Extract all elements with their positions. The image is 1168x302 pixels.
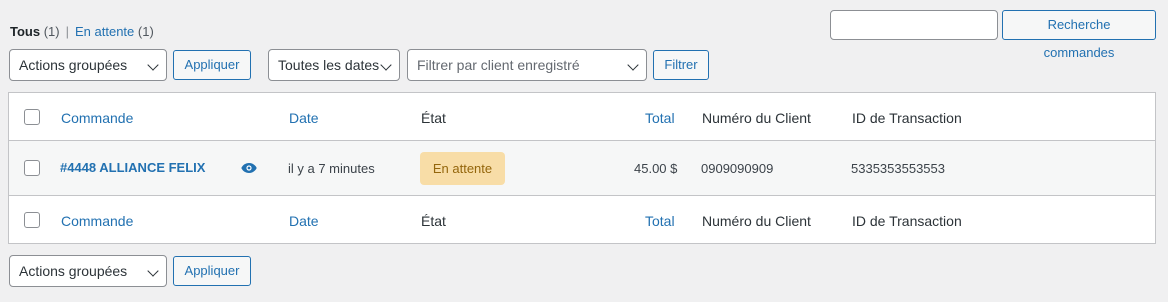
column-date-header[interactable]: Date — [289, 110, 319, 126]
apply-button-bottom[interactable]: Appliquer — [173, 256, 251, 286]
search-orders-button[interactable]: Recherche commandes — [1002, 10, 1156, 60]
column-status-footer: État — [421, 213, 446, 229]
select-all-checkbox-bottom[interactable] — [24, 212, 40, 228]
column-customer-number-footer: Numéro du Client — [702, 213, 811, 229]
bulk-actions-select-top[interactable]: Actions groupées — [9, 49, 167, 81]
eye-icon[interactable] — [241, 163, 257, 173]
orders-table: Commande Date État Total Numéro du Clien… — [8, 92, 1156, 244]
view-pending-count: (1) — [137, 24, 154, 39]
chevron-down-icon — [147, 265, 159, 277]
view-separator: | — [65, 24, 69, 39]
order-link[interactable]: #4448 ALLIANCE FELIX — [60, 160, 205, 175]
table-footer-row: Commande Date État Total Numéro du Clien… — [9, 196, 1155, 243]
column-order-header[interactable]: Commande — [61, 110, 133, 126]
customer-number: 0909090909 — [701, 161, 774, 176]
status-badge: En attente — [420, 152, 505, 185]
chevron-down-icon — [380, 59, 392, 71]
column-date-footer[interactable]: Date — [289, 213, 319, 229]
view-all[interactable]: Tous (1) — [10, 24, 60, 39]
column-status-header: État — [421, 110, 446, 126]
column-total-header[interactable]: Total — [645, 110, 675, 126]
order-date: il y a 7 minutes — [288, 161, 375, 176]
date-filter-select[interactable]: Toutes les dates — [268, 49, 400, 81]
search-orders-input[interactable] — [830, 10, 998, 40]
column-order-footer[interactable]: Commande — [61, 213, 133, 229]
select-all-checkbox[interactable] — [24, 109, 40, 125]
column-transaction-id-header: ID de Transaction — [852, 110, 962, 126]
bulk-actions-top-value: Actions groupées — [19, 57, 128, 73]
view-pending-label: En attente — [75, 24, 135, 39]
column-transaction-id-footer: ID de Transaction — [852, 213, 962, 229]
view-pending[interactable]: En attente (1) — [75, 24, 154, 39]
view-all-count: (1) — [43, 24, 60, 39]
view-all-label: Tous — [10, 24, 41, 39]
table-row[interactable]: #4448 ALLIANCE FELIX il y a 7 minutes En… — [9, 141, 1155, 196]
filter-button[interactable]: Filtrer — [653, 50, 709, 80]
bulk-actions-select-bottom[interactable]: Actions groupées — [9, 255, 167, 287]
row-checkbox[interactable] — [24, 160, 40, 176]
order-total: 45.00 $ — [634, 161, 678, 176]
customer-filter-select[interactable]: Filtrer par client enregistré — [407, 49, 647, 81]
apply-button-top[interactable]: Appliquer — [173, 50, 251, 80]
order-status-views: Tous (1) | En attente (1) — [10, 24, 154, 40]
column-customer-number-header: Numéro du Client — [702, 110, 811, 126]
customer-filter-placeholder: Filtrer par client enregistré — [417, 57, 580, 73]
chevron-down-icon — [627, 59, 639, 71]
transaction-id: 5335353553553 — [851, 161, 945, 176]
bulk-actions-bottom-value: Actions groupées — [19, 263, 128, 279]
table-header-row: Commande Date État Total Numéro du Clien… — [9, 93, 1155, 141]
date-filter-value: Toutes les dates — [278, 57, 380, 73]
chevron-down-icon — [147, 59, 159, 71]
column-total-footer[interactable]: Total — [645, 213, 675, 229]
